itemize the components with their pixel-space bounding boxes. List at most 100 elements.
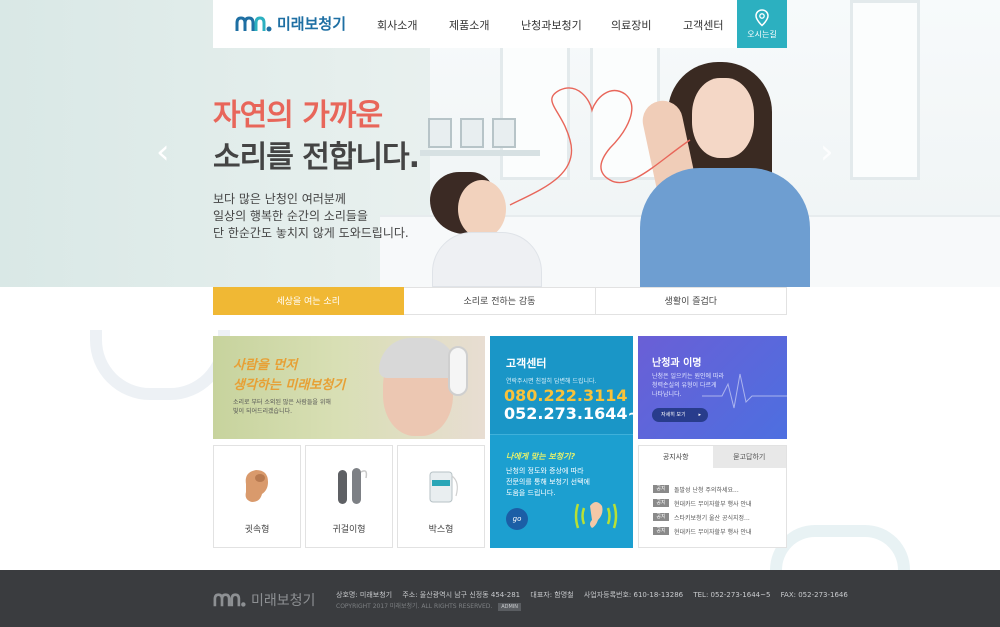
hearing-info-title: 난청과 이명 <box>652 358 702 369</box>
nav-item-customer-center[interactable]: 고객센터 <box>683 17 723 33</box>
footer-logo: 미래보청기 <box>213 590 315 610</box>
promo-desc-line: 소리로 부터 소외된 많은 사람들을 위해 <box>233 399 331 406</box>
hearing-info-panel: 난청과 이명 난청은 일으키는 원인에 따라 청력손실의 유형이 다르게 나타납… <box>638 336 787 439</box>
customer-center-subtitle: 연락주시면 친절히 답변해 드립니다. <box>506 378 597 385</box>
phone-number-primary[interactable]: 080.222.3114 <box>504 386 627 405</box>
list-item[interactable]: 공지 현대카드 무이자할부 행사 안내 <box>653 524 786 538</box>
footer-company-info: 상호명: 미래보청기 주소: 울산광역시 남구 신정동 454-281 대표자:… <box>336 590 856 600</box>
customer-center-title: 고객센터 <box>506 357 547 370</box>
map-pin-icon <box>755 9 769 27</box>
chevron-right-icon: ▸ <box>698 412 701 418</box>
hero-desc-line: 보다 많은 난청인 여러분께 <box>213 192 346 206</box>
footer-biz-number: 사업자등록번호: 610-18-13286 <box>583 591 684 599</box>
site-logo[interactable]: 미래보청기 <box>235 13 346 34</box>
footer-logo-text: 미래보청기 <box>251 593 316 609</box>
product-behind-ear[interactable]: 귀걸이형 <box>305 445 393 548</box>
notice-tag: 공지 <box>653 499 669 507</box>
hero-desc-line: 일상의 행복한 순간의 소리들을 <box>213 209 368 223</box>
hearing-info-desc-line: 난청은 일으키는 원인에 따라 <box>652 373 724 380</box>
hearing-info-desc-line: 청력손실의 유형이 다르게 <box>652 382 717 389</box>
recommend-desc-line: 전문의를 통해 보청기 선택에 <box>506 478 590 486</box>
notice-tabs: 공지사항 묻고답하기 <box>639 446 786 468</box>
elderly-woman-hair <box>379 338 457 378</box>
nav-item-hearing-loss[interactable]: 난청과보청기 <box>521 17 582 33</box>
site-footer: 미래보청기 상호명: 미래보청기 주소: 울산광역시 남구 신정동 454-28… <box>0 570 1000 627</box>
promo-title-line2: 생각하는 미래보청기 <box>233 378 346 393</box>
nav-item-medical-equipment[interactable]: 의료장비 <box>611 17 651 33</box>
notice-text: 스타키보청기 울산 공식지정... <box>674 514 750 522</box>
window-pane <box>850 0 920 180</box>
behind-ear-hearing-aid-icon <box>338 468 368 504</box>
hero-title-line2: 소리를 전합니다. <box>213 140 420 175</box>
hero-title-line1: 자연의 가까운 <box>213 98 383 133</box>
product-label: 귀걸이형 <box>332 525 366 535</box>
woman-face <box>692 78 754 158</box>
hearing-info-desc-line: 나타납니다. <box>652 391 682 398</box>
footer-ceo: 대표자: 함명철 <box>530 591 574 599</box>
tab-joyful-life[interactable]: 생활이 즐겁다 <box>595 287 787 315</box>
prev-slide-arrow-icon[interactable]: ‹ <box>156 135 170 169</box>
recommend-handwriting: 나에게 맞는 보청기? <box>506 452 576 461</box>
nav-item-products[interactable]: 제품소개 <box>449 17 489 33</box>
logo-text: 미래보청기 <box>277 15 347 33</box>
notice-tag: 공지 <box>653 527 669 535</box>
phone-number-secondary[interactable]: 052.273.1644~5 <box>504 404 633 423</box>
product-list: 귓속형 귀걸이형 박스형 <box>213 445 485 548</box>
footer-company-name: 상호명: 미래보청기 <box>336 591 393 599</box>
tab-qna[interactable]: 묻고답하기 <box>712 446 786 468</box>
tab-open-world[interactable]: 세상을 여는 소리 <box>213 287 405 315</box>
customer-center-panel: 고객센터 연락주시면 친절히 답변해 드립니다. 080.222.3114 05… <box>490 336 633 548</box>
notice-tag: 공지 <box>653 485 669 493</box>
product-label: 귓속형 <box>244 525 270 535</box>
background-decoration <box>90 330 230 400</box>
product-in-ear[interactable]: 귓속형 <box>213 445 301 548</box>
hearing-info-description: 난청은 일으키는 원인에 따라 청력손실의 유형이 다르게 나타납니다. <box>652 372 724 399</box>
footer-fax: FAX: 052-273-1646 <box>780 591 848 599</box>
footer-tel: TEL: 052-273-1644~5 <box>693 591 771 599</box>
tab-notice[interactable]: 공지사항 <box>639 446 713 468</box>
view-details-button[interactable]: 자세히 보기 ▸ <box>652 408 708 422</box>
directions-button[interactable]: 오시는길 <box>737 0 787 48</box>
girl-head <box>458 180 506 238</box>
tab-sound-emotion[interactable]: 소리로 전하는 감동 <box>404 287 596 315</box>
go-button[interactable]: go <box>506 508 528 530</box>
nav-item-company[interactable]: 회사소개 <box>377 17 417 33</box>
notice-board: 공지사항 묻고답하기 공지 돌발성 난청 주의하세요... 공지 현대카드 무이… <box>638 445 787 548</box>
recommend-desc-line: 난청의 정도와 증상에 따라 <box>506 467 584 475</box>
notice-text: 돌발성 난청 주의하세요... <box>674 486 739 494</box>
list-item[interactable]: 공지 스타키보청기 울산 공식지정... <box>653 510 786 524</box>
footer-copyright: COPYRIGHT 2017 미래보청기. ALL RIGHTS RESERVE… <box>336 601 522 611</box>
product-box[interactable]: 박스형 <box>397 445 485 548</box>
footer-address: 주소: 울산광역시 남구 신정동 454-281 <box>402 591 521 599</box>
list-item[interactable]: 공지 돌발성 난청 주의하세요... <box>653 482 786 496</box>
promo-desc-line: 빛이 되어드리겠습니다. <box>233 408 293 415</box>
ear-sound-icon <box>574 502 618 529</box>
promo-description: 소리로 부터 소외된 많은 사람들을 위해 빛이 되어드리겠습니다. <box>233 398 331 416</box>
main-nav: 회사소개 제품소개 난청과보청기 의료장비 고객센터 <box>377 17 759 33</box>
logo-mark-icon <box>235 15 272 31</box>
view-details-label: 자세히 보기 <box>661 412 686 418</box>
next-slide-arrow-icon[interactable]: › <box>820 135 834 169</box>
box-hearing-aid-icon <box>429 471 458 503</box>
in-ear-hearing-aid-icon <box>245 470 268 502</box>
list-item[interactable]: 공지 현대카드 무이자할부 행사 안내 <box>653 496 786 510</box>
notice-list: 공지 돌발성 난청 주의하세요... 공지 현대카드 무이자할부 행사 안내 공… <box>639 468 786 538</box>
copyright-text: COPYRIGHT 2017 미래보청기. ALL RIGHTS RESERVE… <box>336 603 493 610</box>
heart-line-decoration <box>509 87 691 206</box>
promo-title-line1: 사람을 먼저 <box>233 358 298 373</box>
admin-button[interactable]: ADMIN <box>498 603 522 611</box>
hero-description: 보다 많은 난청인 여러분께 일상의 행복한 순간의 소리들을 단 한순간도 놓… <box>213 191 409 242</box>
hero-desc-line: 단 한순간도 놓치지 않게 도와드립니다. <box>213 226 409 240</box>
headphone-icon <box>448 346 468 396</box>
product-label: 박스형 <box>428 525 454 535</box>
picture-frame <box>460 118 484 148</box>
background-decoration <box>770 525 910 570</box>
girl-body <box>432 232 542 287</box>
site-header: 미래보청기 회사소개 제품소개 난청과보청기 의료장비 고객센터 오시는길 <box>213 0 787 48</box>
hero-tabs: 세상을 여는 소리 소리로 전하는 감동 생활이 즐겁다 <box>213 287 787 315</box>
notice-text: 현대카드 무이자할부 행사 안내 <box>674 500 752 508</box>
logo-mark-icon <box>213 593 246 607</box>
notice-text: 현대카드 무이자할부 행사 안내 <box>674 528 752 536</box>
promo-banner[interactable]: 사람을 먼저 생각하는 미래보청기 소리로 부터 소외된 많은 사람들을 위해 … <box>213 336 485 439</box>
directions-label: 오시는길 <box>747 30 777 39</box>
